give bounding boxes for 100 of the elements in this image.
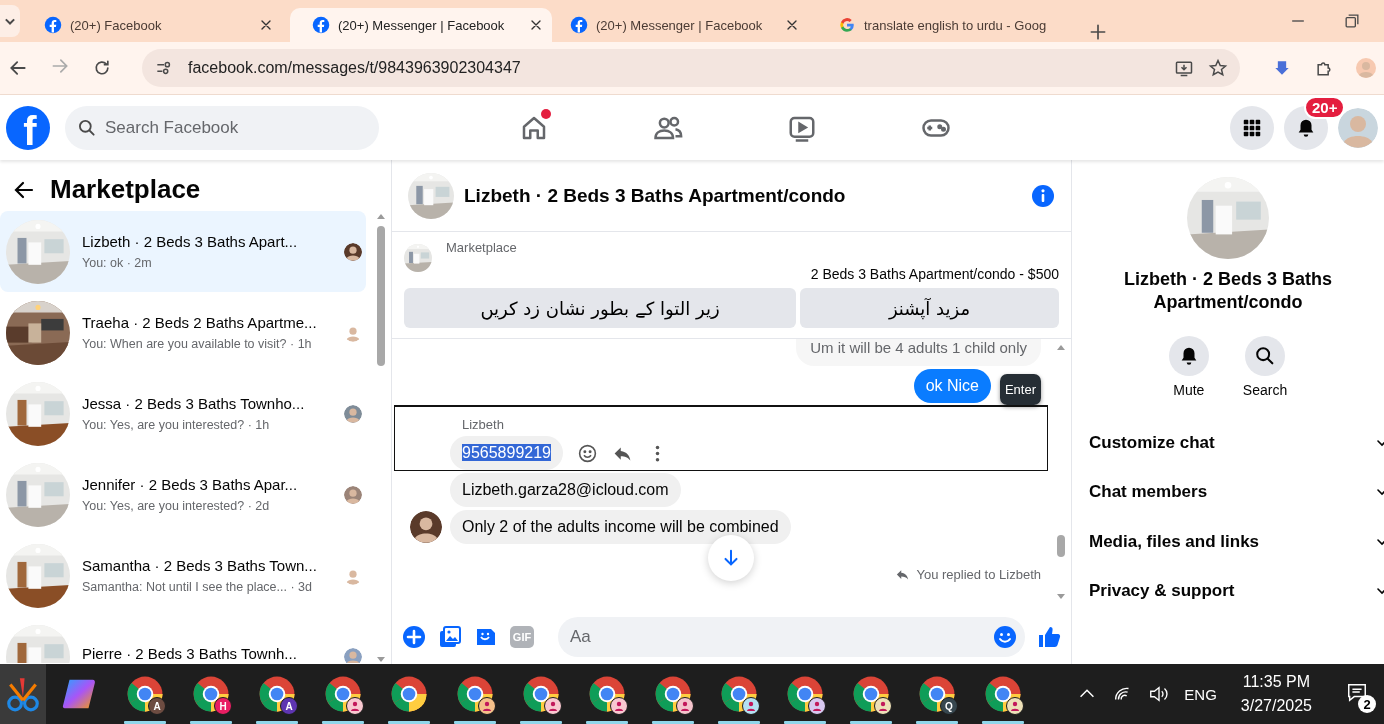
section-header[interactable]: Customize chat <box>1072 418 1384 468</box>
conversation-preview: You: When are you available to visit? · 1h <box>82 337 312 351</box>
conversation-item[interactable]: Jessa · 2 Beds 3 Baths Townho... You: Yes, are you interested? · 1h <box>0 373 366 454</box>
info-icon[interactable] <box>1031 183 1055 208</box>
facebook-icon <box>570 16 588 34</box>
section-header[interactable]: Media, files and links <box>1072 517 1384 567</box>
open-indicator <box>454 721 496 724</box>
message-bubble: 9565899219 <box>450 436 563 470</box>
scroll-down-icon[interactable] <box>1056 593 1066 601</box>
reply-note: You replied to Lizbeth <box>916 567 1041 582</box>
bookmark-icon[interactable] <box>1208 58 1228 78</box>
conversation-item[interactable]: Traeha · 2 Beds 2 Baths Apartme... You: When are you available to visit? · 1h <box>0 292 366 373</box>
profile-badge: Q <box>940 697 958 715</box>
conversation-title: Lizbeth · 2 Beds 3 Baths Apart... <box>82 233 298 250</box>
facebook-icon <box>312 16 330 34</box>
open-indicator <box>190 721 232 724</box>
chrome-icon <box>390 675 428 713</box>
conversation-title: Pierre · 2 Beds 3 Baths Townh... <box>82 645 297 662</box>
notification-count: 20+ <box>1304 95 1346 119</box>
taskbar-app[interactable]: A <box>244 664 310 724</box>
scroll-up-icon[interactable] <box>1056 343 1066 351</box>
conversation-item[interactable]: Lizbeth · 2 Beds 3 Baths Apart... You: ok · 2m <box>0 211 366 292</box>
menu-button[interactable] <box>1230 105 1274 150</box>
conversation-preview: You: Yes, are you interested? · 2d <box>82 499 270 513</box>
sender-name: Lizbeth <box>462 417 505 432</box>
install-icon[interactable] <box>1174 58 1194 78</box>
search-field[interactable]: Search Facebook <box>65 105 379 150</box>
open-indicator <box>586 721 628 724</box>
conversation-title: Samantha · 2 Beds 3 Baths Town... <box>82 557 317 574</box>
listing-button[interactable]: مزید آپشنز <box>800 288 1059 328</box>
back-icon[interactable] <box>8 58 28 78</box>
tooltip: Enter <box>999 374 1041 405</box>
sidebar-title: Marketplace <box>50 174 201 205</box>
message-bubble: Lizbeth.garza28@icloud.com <box>450 473 681 507</box>
open-indicator <box>850 721 892 724</box>
open-indicator <box>784 721 826 724</box>
conversation-preview: You: Yes, are you interested? · 1h <box>82 418 270 432</box>
new-tab-icon[interactable] <box>1088 22 1108 42</box>
scrollbar-thumb[interactable] <box>377 226 385 366</box>
chat-name: Lizbeth · 2 Beds 3 Baths Apartment/condo <box>1122 268 1333 314</box>
reload-icon[interactable] <box>92 58 112 78</box>
facebook-logo[interactable]: f <box>6 105 50 150</box>
listing-label: Marketplace <box>446 240 517 257</box>
avatar <box>344 647 362 663</box>
conversation-preview: Samantha: Not until I see the place... · 3d <box>82 580 312 594</box>
open-indicator <box>322 721 364 724</box>
tools-icon <box>4 675 42 713</box>
conversation-item[interactable]: Samantha · 2 Beds 3 Baths Town... Samantha: Not until I see the place... · 3d <box>0 535 366 616</box>
browser-tab[interactable]: translate english to urdu - Goog <box>828 8 1088 42</box>
message-bubble: Um it will be 4 adults 1 child only <box>796 339 1041 366</box>
search-icon <box>77 117 97 138</box>
clock[interactable]: 11:35 PM 3/27/2025 <box>1240 673 1312 715</box>
browser-tab[interactable]: (20+) Facebook <box>34 8 282 42</box>
profile-badge: A <box>280 697 298 715</box>
conversation-title: Jennifer · 2 Beds 3 Baths Apar... <box>82 476 298 493</box>
facebook-icon <box>44 16 62 34</box>
avatar <box>344 485 362 504</box>
listing-detail: 2 Beds 3 Baths Apartment/condo - $500 <box>809 266 1059 282</box>
browser-tab[interactable]: (20+) Messenger | Facebook <box>290 8 552 42</box>
open-indicator <box>916 721 958 724</box>
open-indicator <box>256 721 298 724</box>
open-indicator <box>982 721 1024 724</box>
thumbs-up-icon[interactable] <box>1037 625 1061 649</box>
conversation-title: Traeha · 2 Beds 2 Baths Apartme... <box>82 314 317 331</box>
conversation-preview: You: ok · 2m <box>82 256 152 270</box>
section-header[interactable]: Privacy & support <box>1072 566 1384 616</box>
open-indicator <box>388 721 430 724</box>
volume-icon[interactable] <box>1148 683 1171 705</box>
avatar <box>1356 58 1376 78</box>
language-indicator[interactable]: ENG <box>1184 685 1217 703</box>
conversation-item[interactable]: Jennifer · 2 Beds 3 Baths Apar... You: Yes, are you interested? · 2d <box>0 454 366 535</box>
emoji-icon[interactable] <box>993 625 1017 649</box>
taskbar-app[interactable]: Q <box>904 664 970 724</box>
taskbar-app[interactable]: H <box>178 664 244 724</box>
scroll-down-button[interactable] <box>708 535 754 581</box>
chat-title: Lizbeth · 2 Beds 3 Baths Apartment/condo <box>464 184 847 207</box>
search-icon <box>1254 345 1276 367</box>
scrollbar-thumb[interactable] <box>1057 535 1065 557</box>
google-icon <box>838 16 856 34</box>
open-indicator <box>718 721 760 724</box>
taskbar-app[interactable]: A <box>112 664 178 724</box>
scroll-up-icon[interactable] <box>376 212 386 220</box>
tab-list-button[interactable] <box>0 5 20 37</box>
avatar <box>1338 107 1378 148</box>
browser-tab[interactable]: (20+) Messenger | Facebook <box>560 8 808 42</box>
open-indicator <box>124 721 166 724</box>
photo-icon[interactable] <box>438 625 462 649</box>
avatar <box>344 404 362 423</box>
listing-button[interactable]: زیر التوا کے بطور نشان زد کریں <box>404 288 796 328</box>
emoji-icon[interactable] <box>577 442 598 464</box>
avatar <box>344 242 362 261</box>
message-field[interactable]: Aa <box>558 617 1025 657</box>
open-indicator <box>520 721 562 724</box>
profile-badge: H <box>214 697 232 715</box>
message-bubble: ok Nice <box>913 369 991 403</box>
message-bubble: Only 2 of the adults income will be combined <box>450 510 791 544</box>
profile-badge: A <box>148 697 166 715</box>
add-icon[interactable] <box>402 625 426 649</box>
notification-count: 2 <box>1358 695 1376 713</box>
section-header[interactable]: Chat members <box>1072 467 1384 517</box>
